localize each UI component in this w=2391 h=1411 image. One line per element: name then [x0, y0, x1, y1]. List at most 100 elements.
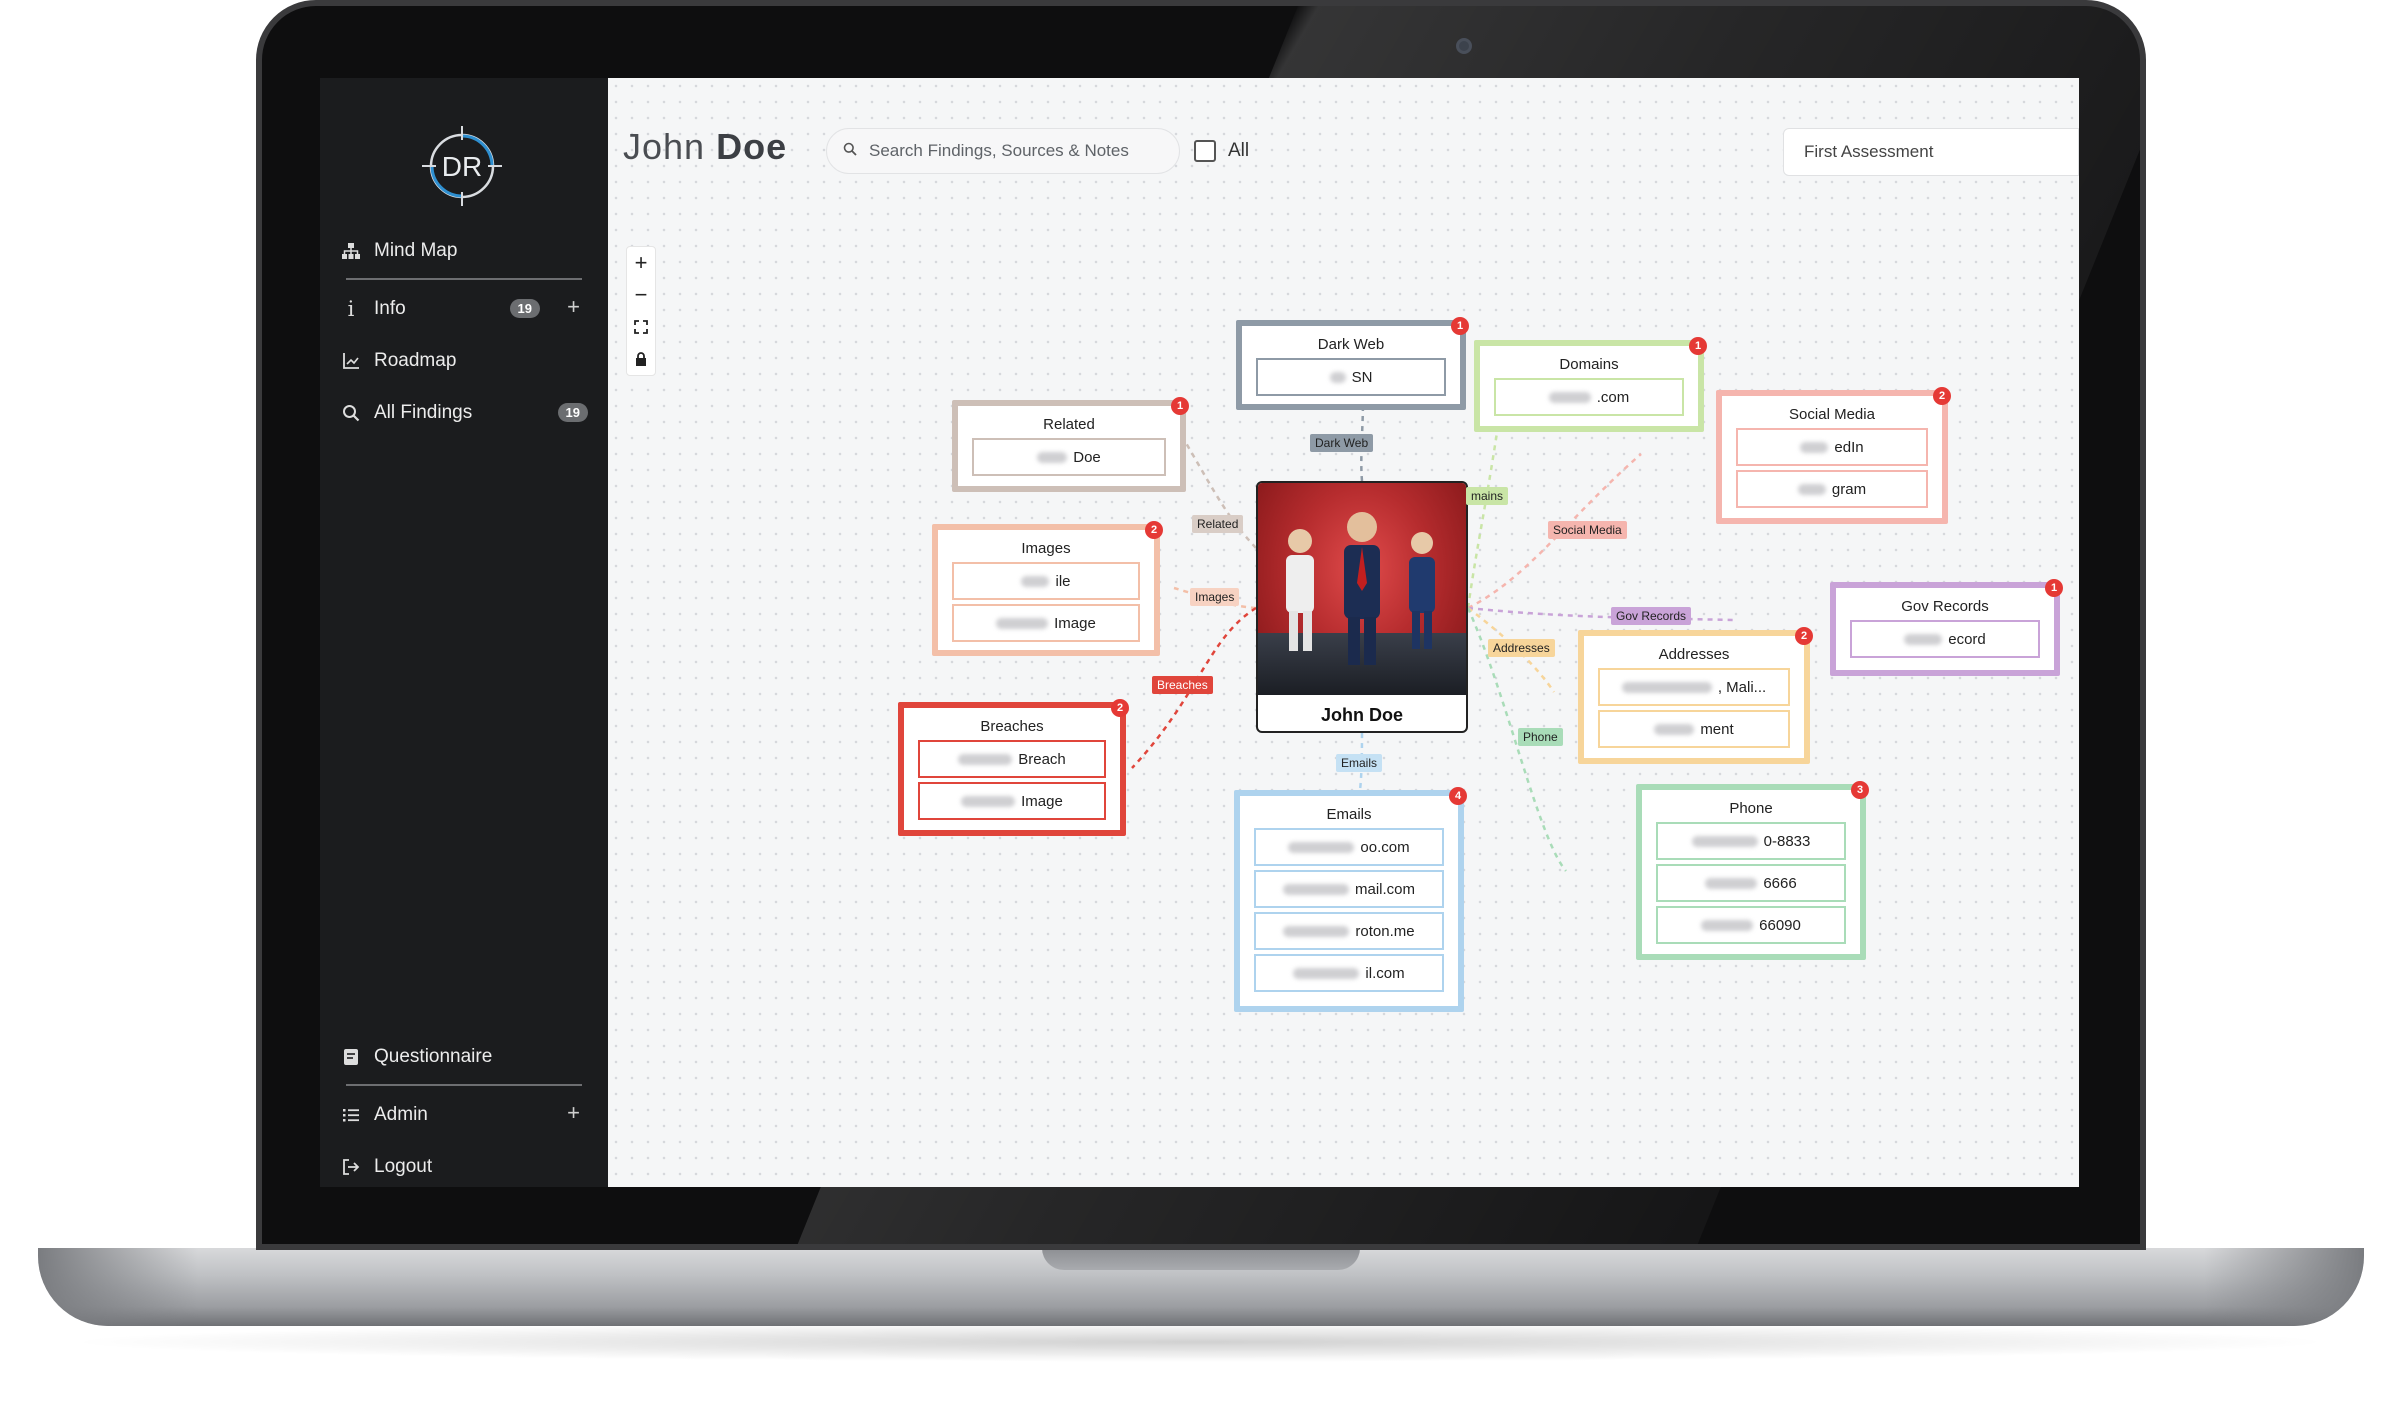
finding-row[interactable]: oo.com — [1254, 828, 1444, 866]
sidebar-item-label: Admin — [374, 1104, 428, 1125]
sidebar-item-all-findings[interactable]: All Findings 19 — [338, 396, 588, 430]
node-gov-records[interactable]: Gov Records ecord 1 — [1830, 579, 2063, 676]
form-icon — [338, 1046, 364, 1068]
count-badge: 1 — [1689, 337, 1707, 355]
finding-row[interactable]: Breach — [918, 740, 1106, 778]
finding-row[interactable]: 6666 — [1656, 864, 1846, 902]
node-social-media[interactable]: Social Media edIn gram 2 — [1716, 387, 1951, 524]
laptop-base-shade-right — [2204, 1248, 2364, 1326]
edge-label-social-media: Social Media — [1548, 521, 1627, 539]
node-domains[interactable]: Domains .com 1 — [1474, 337, 1707, 432]
count-badge: 1 — [2045, 579, 2063, 597]
finding-row[interactable]: ecord — [1850, 620, 2040, 658]
sidebar-item-label: All Findings — [374, 402, 473, 423]
finding-row[interactable]: ile — [952, 562, 1140, 600]
edge-label-addresses: Addresses — [1488, 639, 1555, 657]
svg-text:DR: DR — [442, 151, 482, 182]
node-title: Addresses — [1658, 646, 1730, 663]
node-title: Phone — [1729, 800, 1773, 817]
laptop-notch — [1042, 1248, 1360, 1270]
edge-label-domains: mains — [1466, 487, 1509, 505]
laptop-base-shade-left — [38, 1248, 198, 1326]
node-title: Emails — [1326, 806, 1372, 823]
node-breaches[interactable]: Breaches Breach Image 2 — [898, 699, 1129, 836]
logout-icon — [338, 1156, 364, 1178]
finding-row[interactable]: mail.com — [1254, 870, 1444, 908]
logo-icon[interactable]: DR — [420, 124, 504, 208]
app-screen: DR Mind Map i Info 19 + Roadmap All Find — [320, 78, 2079, 1187]
edge-gov — [1467, 606, 1734, 622]
edge-label-emails: Emails — [1336, 754, 1383, 772]
edge-label-breaches: Breaches — [1152, 676, 1213, 694]
node-title: Domains — [1559, 356, 1619, 373]
edge-label-phone: Phone — [1518, 728, 1563, 746]
main-canvas[interactable]: John Doe Search Findings, Sources & Note… — [608, 78, 2079, 1187]
count-badge: 3 — [1851, 781, 1869, 799]
finding-row[interactable]: Image — [918, 782, 1106, 820]
sidebar-item-admin[interactable]: Admin + — [338, 1098, 588, 1132]
node-title: Related — [1043, 416, 1095, 433]
node-emails[interactable]: Emails oo.com mail.com roton.me il.com 4 — [1234, 787, 1467, 1012]
finding-row[interactable]: ment — [1598, 710, 1790, 748]
count-badge: 1 — [1451, 317, 1469, 335]
sidebar-item-info[interactable]: i Info 19 + — [338, 292, 588, 326]
edge-label-related: Related — [1192, 515, 1244, 533]
count-badge: 19 — [557, 403, 588, 422]
search-icon — [338, 402, 364, 424]
node-phone[interactable]: Phone 0-8833 6666 66090 3 — [1636, 781, 1869, 960]
sidebar-item-label: Logout — [374, 1156, 433, 1177]
node-related[interactable]: Related Doe 1 — [952, 397, 1189, 492]
node-addresses[interactable]: Addresses , Mali... ment 2 — [1578, 627, 1813, 764]
finding-row[interactable]: Doe — [972, 438, 1166, 476]
add-admin-button[interactable]: + — [567, 1100, 580, 1126]
sidebar-item-label: Mind Map — [374, 240, 458, 261]
count-badge: 2 — [1111, 699, 1129, 717]
info-icon: i — [347, 297, 355, 321]
finding-row[interactable]: 66090 — [1656, 906, 1846, 944]
node-title: Images — [1021, 540, 1071, 557]
finding-row[interactable]: , Mali... — [1598, 668, 1790, 706]
count-badge: 19 — [509, 299, 540, 318]
edge-label-dark-web: Dark Web — [1310, 434, 1374, 452]
finding-row[interactable]: Image — [952, 604, 1140, 642]
camera-icon — [1456, 38, 1472, 54]
node-title: Social Media — [1789, 406, 1875, 423]
sitemap-icon — [338, 240, 364, 262]
finding-row[interactable]: .com — [1494, 378, 1684, 416]
finding-row[interactable]: roton.me — [1254, 912, 1444, 950]
count-badge: 2 — [1795, 627, 1813, 645]
center-name: John Doe — [1320, 705, 1403, 725]
center-node[interactable]: John Doe — [1256, 481, 1468, 733]
list-icon — [338, 1104, 364, 1126]
node-title: Dark Web — [1317, 336, 1385, 353]
node-dark-web[interactable]: Dark Web SN 1 — [1236, 317, 1469, 410]
sidebar-divider — [346, 278, 582, 280]
sidebar-item-label: Info — [374, 298, 406, 319]
sidebar: DR Mind Map i Info 19 + Roadmap All Find — [320, 78, 608, 1187]
finding-row[interactable]: gram — [1736, 470, 1928, 508]
count-badge: 2 — [1933, 387, 1951, 405]
node-title: Breaches — [980, 718, 1044, 735]
finding-row[interactable]: 0-8833 — [1656, 822, 1846, 860]
count-badge: 2 — [1145, 521, 1163, 539]
sidebar-item-roadmap[interactable]: Roadmap — [338, 344, 588, 378]
sidebar-item-logout[interactable]: Logout — [338, 1150, 588, 1184]
profile-image — [1258, 483, 1466, 695]
node-title: Gov Records — [1901, 598, 1989, 615]
sidebar-item-questionnaire[interactable]: Questionnaire — [338, 1040, 588, 1074]
finding-row[interactable]: edIn — [1736, 428, 1928, 466]
add-info-button[interactable]: + — [567, 294, 580, 320]
laptop-shadow — [60, 1322, 2340, 1362]
sidebar-divider — [346, 1084, 582, 1086]
sidebar-item-mind-map[interactable]: Mind Map — [338, 234, 588, 268]
sidebar-item-label: Roadmap — [374, 350, 457, 371]
finding-row[interactable]: SN — [1256, 358, 1446, 396]
edge-label-images: Images — [1190, 588, 1240, 606]
count-badge: 1 — [1171, 397, 1189, 415]
count-badge: 4 — [1449, 787, 1467, 805]
node-images[interactable]: Images ile Image 2 — [932, 521, 1163, 656]
chart-icon — [338, 350, 364, 372]
sidebar-item-label: Questionnaire — [374, 1046, 493, 1067]
finding-row[interactable]: il.com — [1254, 954, 1444, 992]
edge-label-gov-records: Gov Records — [1611, 607, 1692, 625]
